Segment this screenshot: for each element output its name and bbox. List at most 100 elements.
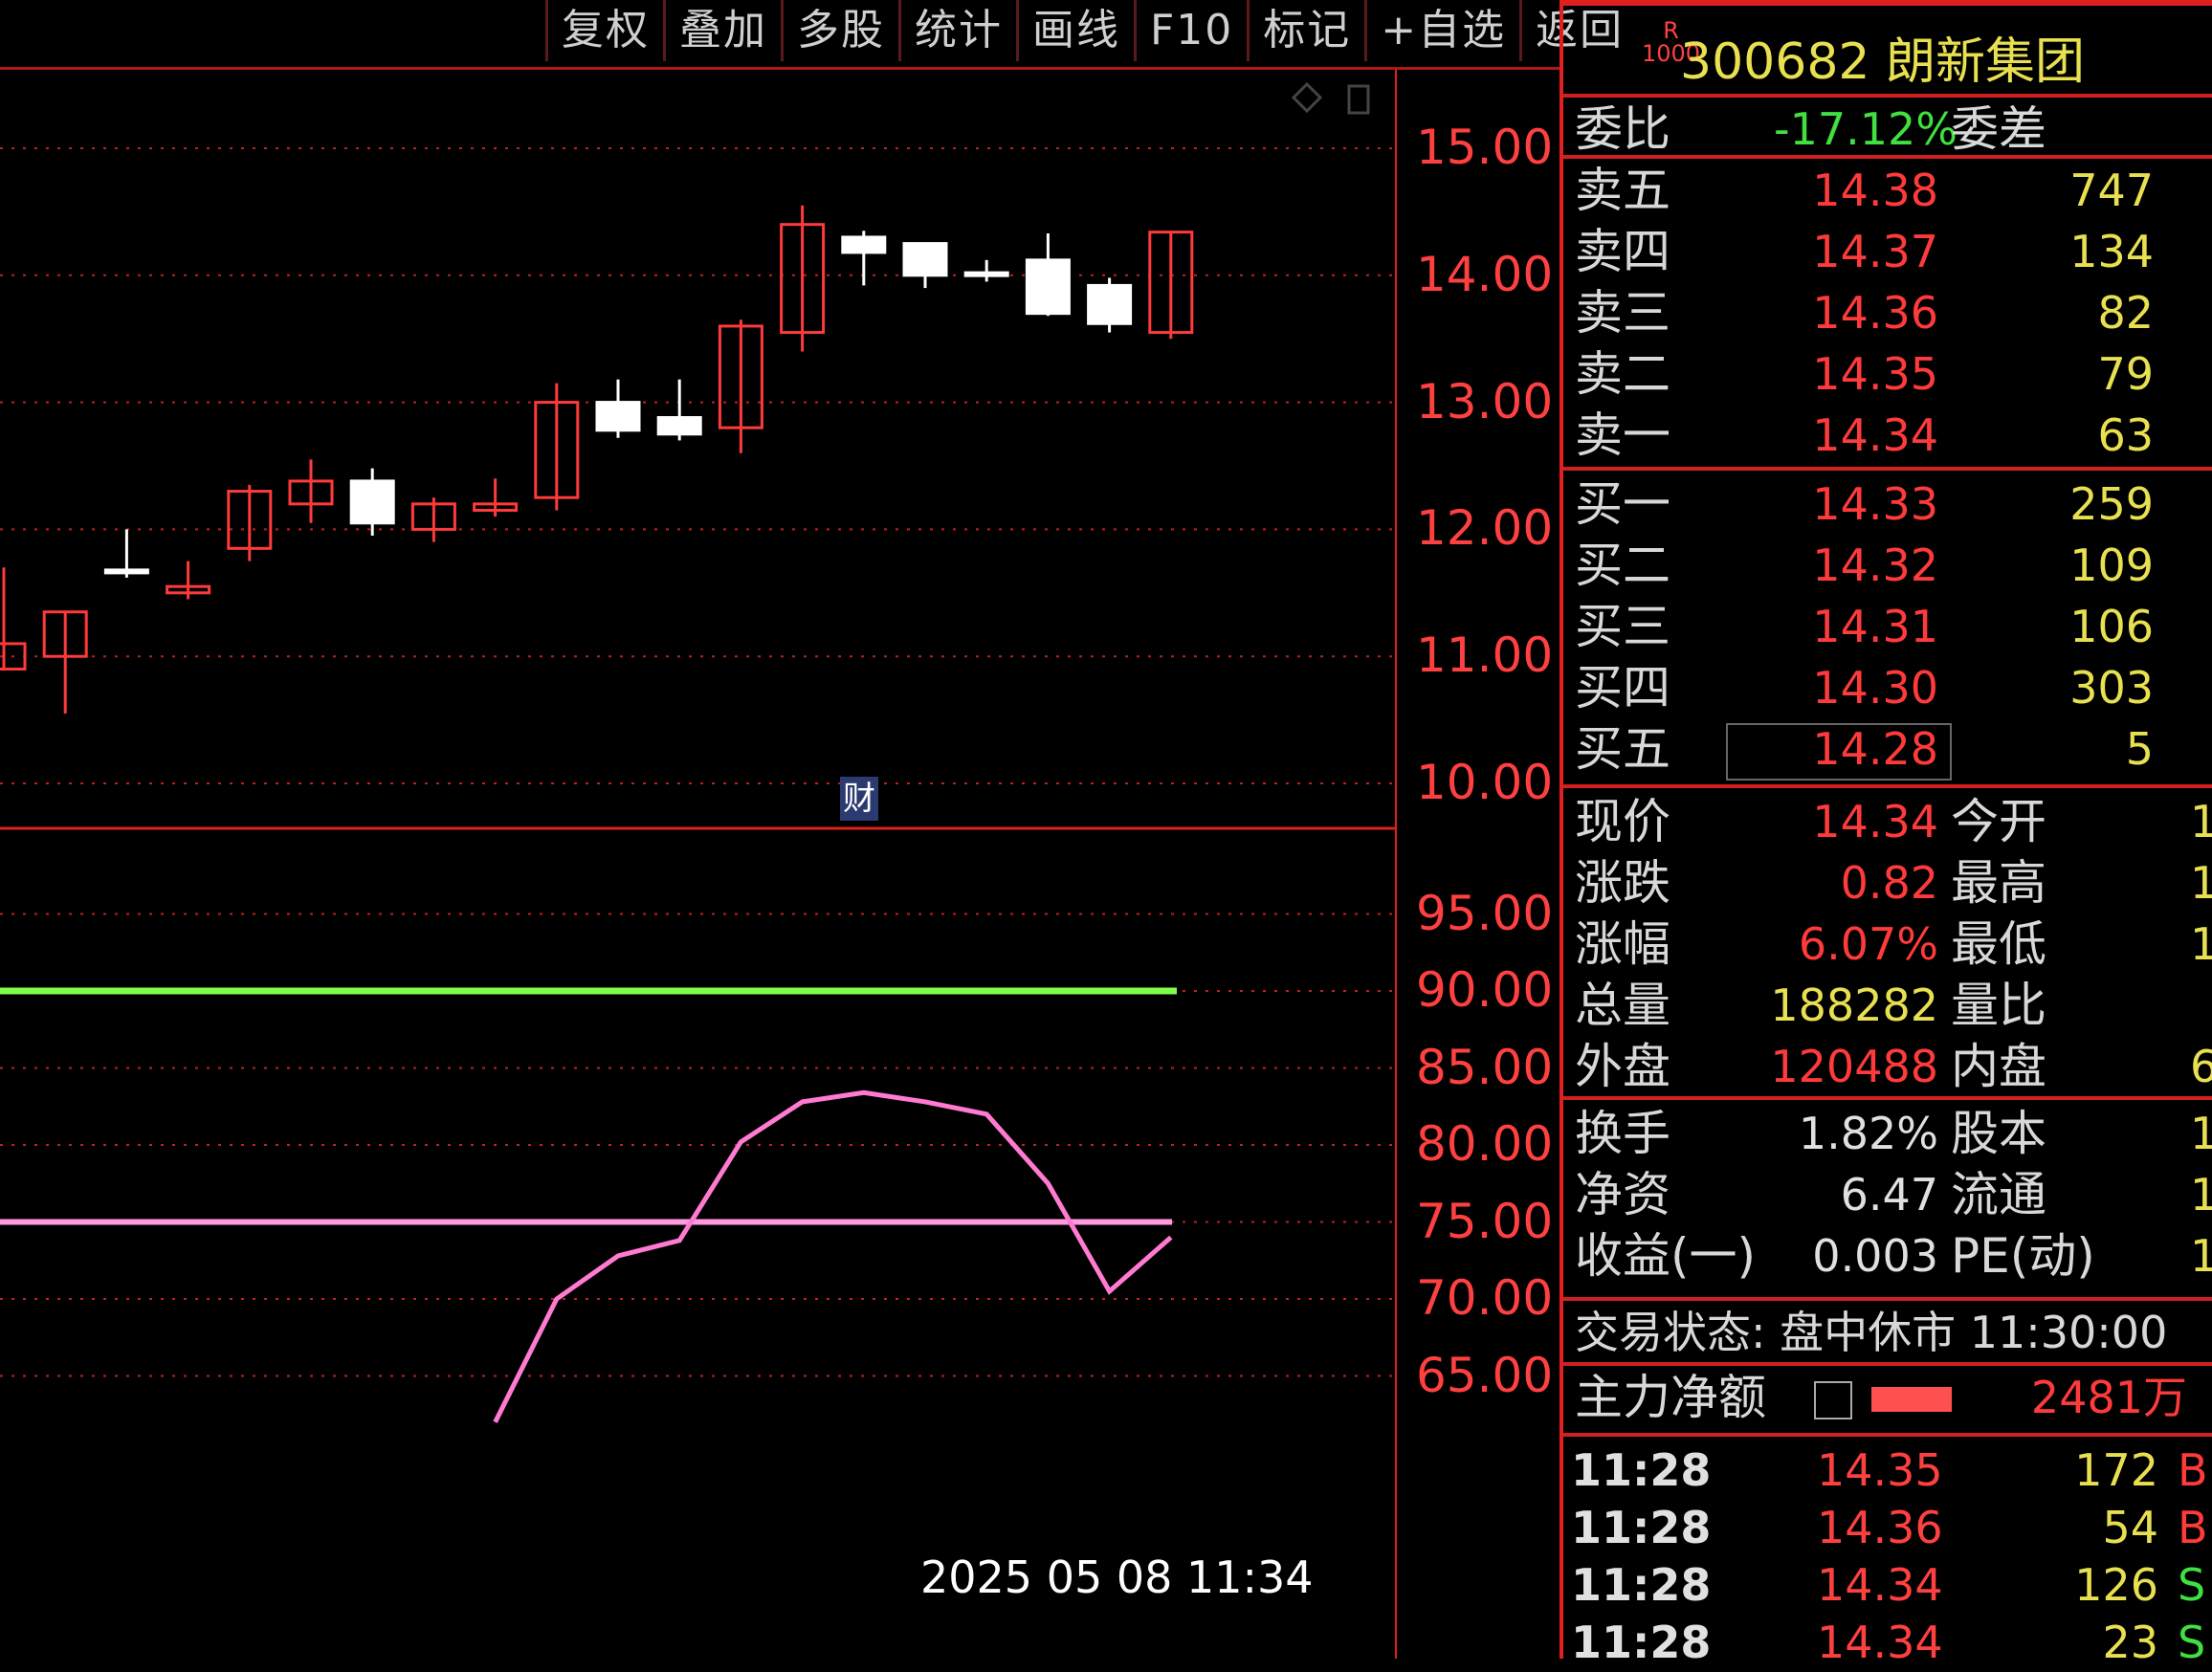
ask-volume: 63 xyxy=(2097,409,2154,461)
candle[interactable] xyxy=(410,497,456,542)
indicator-tick-label: 75.00 xyxy=(1416,1193,1554,1249)
bid-row[interactable]: 买四 14.30 303 xyxy=(1563,658,2212,717)
weibi-value: -17.12% xyxy=(1774,103,1958,155)
divider xyxy=(1563,1096,2212,1100)
divider xyxy=(1563,1362,2212,1366)
ask-row[interactable]: 卖一 14.34 63 xyxy=(1563,406,2212,465)
bid-volume: 259 xyxy=(2069,478,2154,530)
ask-row[interactable]: 卖三 14.36 82 xyxy=(1563,283,2212,342)
indicator-tick-label: 95.00 xyxy=(1416,885,1554,941)
ask-price: 14.38 xyxy=(1812,165,1938,216)
fundamental-value: 6.47 xyxy=(1840,1169,1938,1221)
fundamental-label-2: 股本 xyxy=(1951,1106,2046,1161)
candle[interactable] xyxy=(0,567,27,671)
tick-price: 14.34 xyxy=(1817,1617,1943,1668)
price-tick-label: 10.00 xyxy=(1416,755,1554,810)
fundamental-row: 净资 6.47流通 10 xyxy=(1563,1165,2212,1224)
candle[interactable] xyxy=(534,383,580,511)
quote-label: 涨跌 xyxy=(1575,855,1670,911)
detail-icon[interactable] xyxy=(1814,1381,1852,1419)
trade-status-text: 交易状态: 盘中休市 11:30:00 xyxy=(1575,1307,2168,1358)
ask-row[interactable]: 卖四 14.37 134 xyxy=(1563,222,2212,281)
candle[interactable] xyxy=(780,205,826,352)
bid-volume: 106 xyxy=(2069,601,2154,652)
candle[interactable] xyxy=(841,231,887,286)
toolbar-button-0[interactable]: 复权 xyxy=(545,0,663,61)
candle[interactable] xyxy=(1148,231,1194,340)
kline-chart[interactable] xyxy=(0,67,1397,1659)
photo-timestamp: 2025 05 08 11:34 xyxy=(920,1551,1314,1603)
tick-time: 11:28 xyxy=(1571,1617,1712,1668)
tick-volume: 54 xyxy=(2102,1502,2158,1553)
candle[interactable] xyxy=(42,610,88,714)
candle[interactable] xyxy=(1087,277,1133,333)
candle[interactable] xyxy=(656,379,702,441)
candle[interactable] xyxy=(103,529,149,578)
bid-price: 14.33 xyxy=(1812,478,1938,530)
toolbar-button-1[interactable]: 叠加 xyxy=(663,0,781,61)
ask-label: 卖二 xyxy=(1575,346,1670,402)
indicator-tick-label: 65.00 xyxy=(1416,1347,1554,1403)
quote-label: 总量 xyxy=(1575,978,1670,1033)
flow-bar xyxy=(1871,1387,1952,1412)
candle[interactable] xyxy=(227,484,273,561)
bid-row[interactable]: 买三 14.31 106 xyxy=(1563,597,2212,656)
quote-label: 涨幅 xyxy=(1575,916,1670,972)
bid-row[interactable]: 买二 14.32 109 xyxy=(1563,536,2212,595)
ask-row[interactable]: 卖二 14.35 79 xyxy=(1563,344,2212,404)
toolbar-divider xyxy=(0,67,1561,70)
candle-body xyxy=(656,416,702,436)
quote-label-2: 今开 xyxy=(1951,794,2046,849)
tick-time: 11:28 xyxy=(1571,1502,1712,1553)
fundamental-label: 换手 xyxy=(1575,1106,1670,1161)
ask-row[interactable]: 卖五 14.38 747 xyxy=(1563,161,2212,220)
tick-row: 11:28 14.34 23 S xyxy=(1563,1613,2212,1672)
candle[interactable] xyxy=(166,561,211,600)
candle[interactable] xyxy=(288,459,334,523)
quote-value: 0.82 xyxy=(1840,857,1938,909)
candle-body xyxy=(963,271,1009,277)
quote-value: 120488 xyxy=(1770,1041,1938,1092)
candle-body xyxy=(1087,283,1133,325)
weibi-label: 委比 xyxy=(1575,101,1670,157)
quote-row: 涨跌 0.82 最高 1 xyxy=(1563,853,2212,913)
quote-row: 外盘 120488 内盘 6 xyxy=(1563,1037,2212,1096)
ask-price: 14.34 xyxy=(1812,409,1938,461)
candle[interactable] xyxy=(902,242,948,289)
divider xyxy=(1563,784,2212,788)
candle[interactable] xyxy=(718,319,763,453)
bid-label: 买五 xyxy=(1575,721,1670,777)
tick-price: 14.36 xyxy=(1817,1502,1943,1553)
main-flow-label: 主力净额 xyxy=(1575,1370,1766,1425)
tick-volume: 126 xyxy=(2074,1559,2158,1611)
toolbar-button-4[interactable]: 画线 xyxy=(1016,0,1134,61)
toolbar-button-3[interactable]: 统计 xyxy=(898,0,1016,61)
candle[interactable] xyxy=(1025,232,1071,317)
diamond-icon[interactable] xyxy=(1291,81,1323,114)
tick-volume: 172 xyxy=(2074,1444,2158,1496)
toolbar-button-7[interactable]: +自选 xyxy=(1364,0,1519,61)
chart-toolbar: 复权 叠加 多股 统计 画线 F10 标记 +自选 返回 xyxy=(545,0,1637,67)
weibi-row: 委比 -17.12% 委差 xyxy=(1563,99,2212,159)
candle[interactable] xyxy=(349,468,395,537)
bracket-icon[interactable] xyxy=(1347,84,1370,115)
candle[interactable] xyxy=(963,259,1009,282)
divider xyxy=(1563,1297,2212,1301)
toolbar-button-2[interactable]: 多股 xyxy=(781,0,898,61)
divider xyxy=(1563,94,2212,98)
toolbar-button-5[interactable]: F10 xyxy=(1134,0,1247,61)
fundamental-value: 1.82% xyxy=(1798,1108,1938,1159)
price-tick-label: 14.00 xyxy=(1416,246,1554,302)
ask-volume: 134 xyxy=(2069,226,2154,277)
toolbar-button-6[interactable]: 标记 xyxy=(1247,0,1364,61)
candle[interactable] xyxy=(595,379,641,438)
bid-row[interactable]: 买一 14.33 259 xyxy=(1563,474,2212,534)
stock-title[interactable]: 300682 朗新集团 xyxy=(1680,21,2085,93)
main-flow-row[interactable]: 主力净额 2481万 xyxy=(1563,1368,2212,1427)
candle[interactable] xyxy=(473,478,519,517)
ask-price: 14.37 xyxy=(1812,226,1938,277)
tick-direction: B xyxy=(2178,1502,2208,1553)
quote-row: 现价 14.34 今开 1 xyxy=(1563,792,2212,851)
divider xyxy=(1563,1433,2212,1437)
finance-badge[interactable]: 财 xyxy=(840,777,878,821)
